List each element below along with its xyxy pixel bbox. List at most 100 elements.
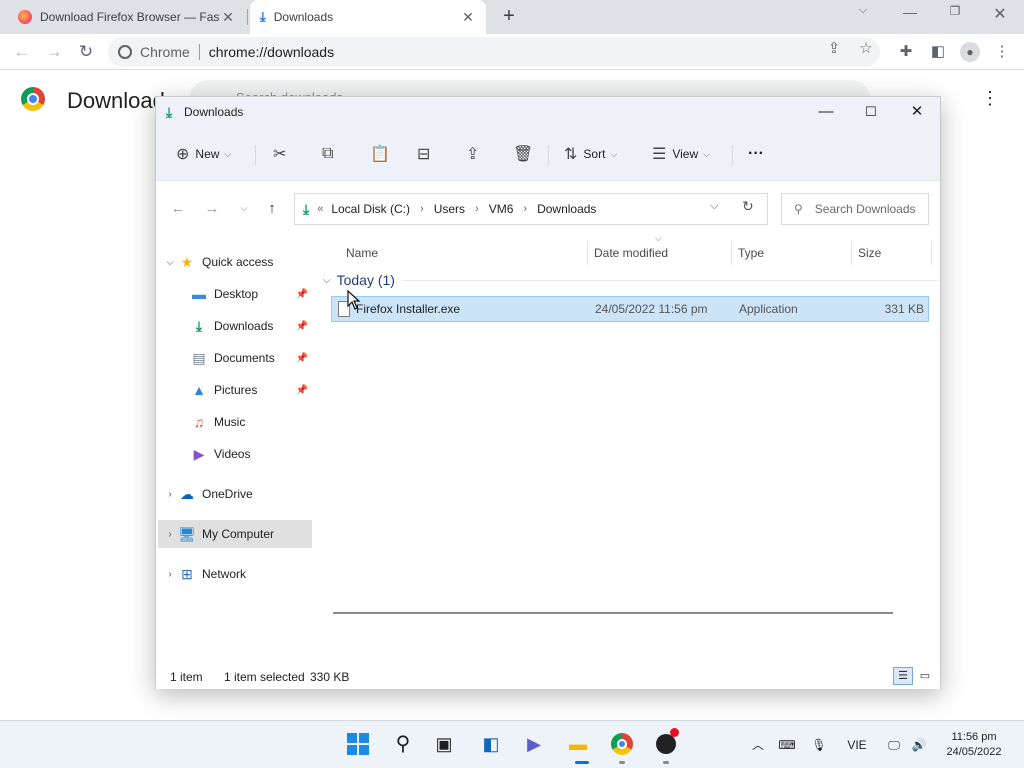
column-divider[interactable] [931, 241, 932, 265]
breadcrumb-local-disk[interactable]: Local Disk (C:) [331, 202, 410, 216]
pin-icon[interactable]: 📌 [296, 353, 308, 364]
recent-locations-chevron-icon[interactable]: ⌵ [234, 199, 254, 219]
chevron-right-icon[interactable]: › [162, 489, 178, 500]
tiles-view-icon[interactable]: ▭ [915, 667, 935, 685]
pin-icon[interactable]: 📌 [296, 289, 308, 300]
maximize-icon[interactable]: ☐ [855, 101, 887, 123]
close-icon[interactable]: ✕ [985, 4, 1015, 26]
chevron-down-icon[interactable]: ⌵ [162, 257, 178, 268]
breadcrumb-downloads[interactable]: Downloads [537, 202, 596, 216]
file-explorer-taskbar-icon[interactable]: ▬ [565, 731, 591, 757]
explorer-address-row: ← → ⌵ ↑ ⤓ « Local Disk (C:) › Users › VM… [156, 181, 940, 237]
explorer-search-input[interactable]: ⚲ Search Downloads [781, 193, 929, 225]
nav-network[interactable]: › ⊞ Network [162, 560, 312, 588]
nav-my-computer[interactable]: › 🖥 My Computer [158, 520, 312, 548]
nav-downloads[interactable]: ⤓ Downloads 📌 [190, 312, 312, 340]
back-icon[interactable]: ← [10, 40, 34, 64]
reload-icon[interactable]: ↻ [74, 40, 98, 64]
task-view-icon[interactable]: ▣ [431, 731, 457, 757]
tab-firefox-download[interactable]: Download Firefox Browser — Fast, Private… [8, 0, 246, 34]
nav-desktop[interactable]: ▬ Desktop 📌 [190, 280, 312, 308]
view-button[interactable]: ☰ View ⌵ [652, 141, 710, 167]
volume-icon[interactable]: 🔊 [908, 735, 930, 755]
column-header-size[interactable]: Size [858, 241, 881, 265]
back-icon[interactable]: ← [168, 199, 188, 219]
paste-button[interactable]: 📋 [370, 141, 390, 167]
language-indicator[interactable]: VIE [842, 735, 872, 755]
nav-quick-access[interactable]: ⌵ ★ Quick access [162, 248, 312, 276]
nav-pictures[interactable]: ▲ Pictures 📌 [190, 376, 312, 404]
widgets-icon[interactable]: ◧ [478, 731, 504, 757]
downloads-more-icon[interactable]: ⋮ [980, 88, 1000, 108]
chevron-down-icon[interactable]: ⌵ [323, 275, 331, 286]
group-header-today[interactable]: ⌵ Today (1) [317, 269, 939, 291]
chrome-taskbar-icon[interactable] [609, 731, 635, 757]
nav-onedrive[interactable]: › ☁ OneDrive [162, 480, 312, 508]
nav-label: Videos [214, 447, 251, 461]
new-label: New [195, 147, 220, 161]
sort-button[interactable]: ⇅ Sort ⌵ [564, 141, 617, 167]
tray-overflow-chevron-icon[interactable]: ︿ [748, 735, 768, 755]
copy-button[interactable]: ⧉ [322, 141, 333, 167]
up-icon[interactable]: ↑ [262, 199, 282, 219]
close-icon[interactable]: ✕ [901, 101, 933, 123]
column-divider[interactable] [731, 241, 732, 265]
browser-toolbar: ← → ↻ Chrome chrome://downloads ⇪ ☆ ✚ ◧ … [0, 34, 1024, 70]
minimize-icon[interactable]: — [895, 4, 925, 26]
refresh-icon[interactable]: ↻ [742, 198, 754, 215]
nav-documents[interactable]: ▤ Documents 📌 [190, 344, 312, 372]
bookmark-star-icon[interactable]: ☆ [855, 38, 877, 60]
column-header-name[interactable]: Name [346, 241, 378, 265]
overflow-chevron-icon[interactable]: « [317, 203, 323, 215]
nav-videos[interactable]: ▶ Videos [190, 440, 312, 468]
tab-downloads[interactable]: ⤓ Downloads ✕ [250, 0, 486, 34]
address-bar[interactable]: Chrome chrome://downloads [108, 37, 880, 67]
new-tab-button[interactable]: + [498, 6, 520, 28]
tab-close-icon[interactable]: ✕ [460, 9, 476, 26]
nav-music[interactable]: ♫ Music [190, 408, 312, 436]
recorder-taskbar-icon[interactable] [653, 728, 679, 757]
share-icon[interactable]: ⇪ [823, 38, 845, 60]
rename-button[interactable]: ⊟ [417, 141, 430, 167]
profile-avatar-icon[interactable]: ● [958, 40, 982, 64]
breadcrumb-vm6[interactable]: VM6 [489, 202, 514, 216]
restore-icon[interactable]: ❐ [940, 4, 970, 26]
forward-icon[interactable]: → [202, 199, 222, 219]
nav-label: My Computer [202, 527, 275, 541]
address-dropdown-icon[interactable]: ⌵ [710, 200, 718, 213]
share-button[interactable]: ⇪ [466, 141, 479, 167]
network-status-icon[interactable]: 🖵 [884, 735, 904, 755]
new-button[interactable]: ⊕ New ⌵ [176, 141, 231, 167]
microphone-icon[interactable]: 🎙 [810, 735, 828, 755]
explorer-title-bar[interactable]: ⤓ Downloads — ☐ ✕ [156, 97, 940, 127]
start-button[interactable] [345, 731, 371, 757]
search-icon[interactable]: ⚲ [390, 731, 416, 757]
minimize-icon[interactable]: — [810, 101, 842, 123]
pin-icon[interactable]: 📌 [296, 321, 308, 332]
chevron-right-icon[interactable]: › [162, 569, 178, 580]
explorer-address-bar[interactable]: ⤓ « Local Disk (C:) › Users › VM6 › Down… [294, 193, 768, 225]
keyboard-icon[interactable]: ⌨ [776, 735, 798, 755]
more-options-button[interactable]: ··· [748, 141, 764, 167]
column-header-type[interactable]: Type [738, 241, 764, 265]
column-header-date[interactable]: Date modified [594, 241, 668, 265]
side-panel-icon[interactable]: ◧ [926, 40, 950, 64]
delete-button[interactable]: 🗑 [513, 141, 533, 167]
chat-icon[interactable]: ▶ [521, 731, 547, 757]
cut-button[interactable]: ✂ [273, 141, 286, 167]
file-row[interactable]: Firefox Installer.exe 24/05/2022 11:56 p… [331, 296, 929, 322]
forward-icon[interactable]: → [42, 40, 66, 64]
pin-icon[interactable]: 📌 [296, 385, 308, 396]
chrome-menu-icon[interactable]: ⋮ [990, 40, 1014, 64]
details-view-icon[interactable]: ☰ [893, 667, 913, 685]
chevron-right-icon[interactable]: › [162, 529, 178, 540]
extensions-icon[interactable]: ✚ [894, 40, 918, 64]
tab-close-icon[interactable]: ✕ [220, 9, 236, 26]
cloud-icon: ☁ [180, 485, 194, 502]
column-divider[interactable] [851, 241, 852, 265]
taskbar-clock[interactable]: 11:56 pm 24/05/2022 [938, 730, 1010, 760]
breadcrumb-users[interactable]: Users [434, 202, 465, 216]
horizontal-scrollbar[interactable] [333, 612, 893, 614]
column-divider[interactable] [587, 241, 588, 265]
tab-search-chevron-icon[interactable]: ⌵ [848, 4, 878, 26]
